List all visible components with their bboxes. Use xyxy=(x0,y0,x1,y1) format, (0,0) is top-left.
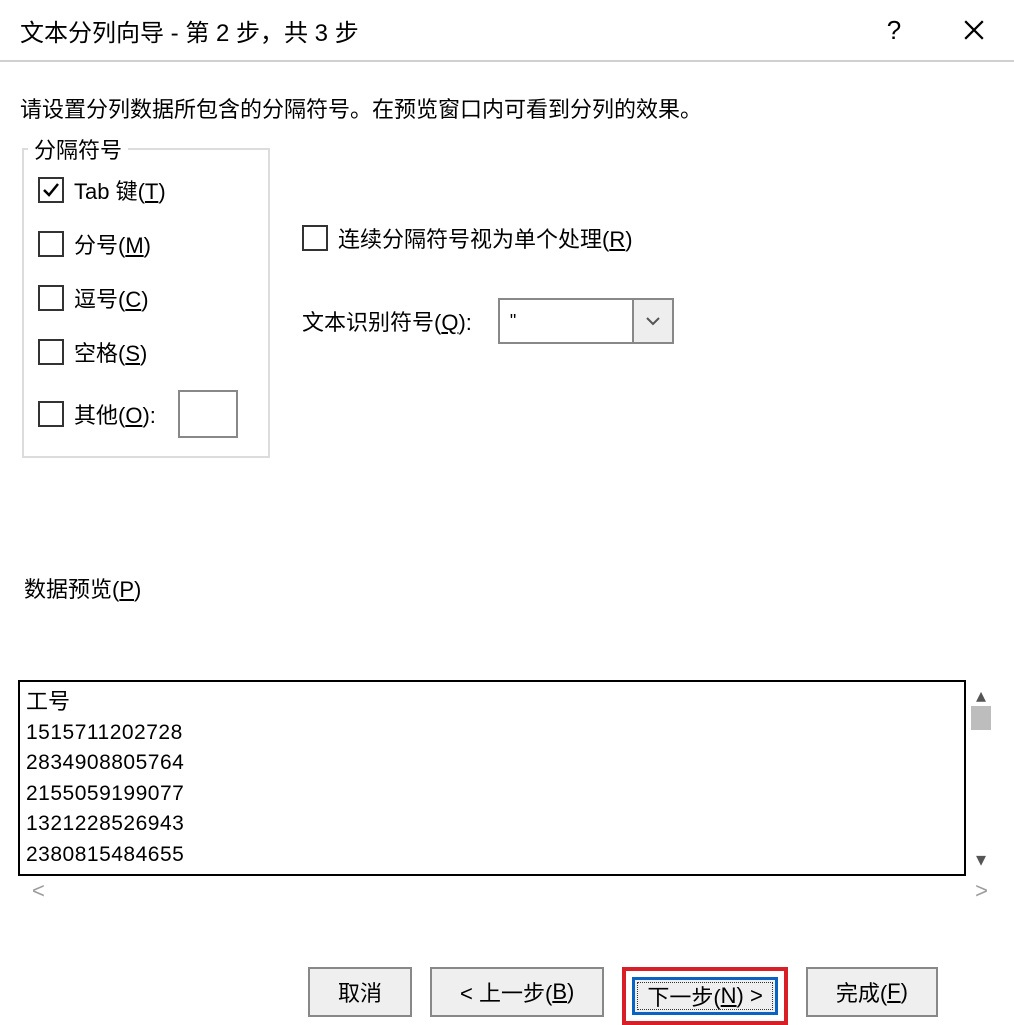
instruction-text: 请设置分列数据所包含的分隔符号。在预览窗口内可看到分列的效果。 xyxy=(20,92,996,124)
delimiters-legend: 分隔符号 xyxy=(28,133,128,165)
help-button[interactable]: ? xyxy=(854,0,934,61)
preview-header: 工号 xyxy=(26,686,958,718)
delimiters-group: 分隔符号 Tab 键(T) 分号(M) 逗号(C) 空格(S) xyxy=(22,148,270,458)
text-qualifier-value: " xyxy=(500,300,632,342)
scroll-left-icon: < xyxy=(32,880,45,902)
preview-row: 1321228526943 xyxy=(26,809,958,839)
finish-button[interactable]: 完成(F) xyxy=(806,967,938,1017)
checkbox-semicolon[interactable]: 分号(M) xyxy=(38,228,254,260)
chevron-down-icon xyxy=(645,316,661,326)
next-button-highlight: 下一步(N) > xyxy=(622,967,788,1025)
checkbox-icon xyxy=(302,225,328,251)
combo-dropdown-button[interactable] xyxy=(632,300,672,342)
button-bar: 取消 < 上一步(B) 下一步(N) > 完成(F) xyxy=(0,967,1014,999)
preview-row: 2834908805764 xyxy=(26,748,958,778)
other-delimiter-input[interactable] xyxy=(178,390,238,438)
checkbox-icon xyxy=(38,285,64,311)
scroll-right-icon: > xyxy=(975,880,988,902)
back-button[interactable]: < 上一步(B) xyxy=(430,967,604,1017)
next-button[interactable]: 下一步(N) > xyxy=(632,977,778,1015)
text-qualifier-combo[interactable]: " xyxy=(498,298,674,344)
close-icon xyxy=(963,19,985,41)
title-bar: 文本分列向导 - 第 2 步，共 3 步 ? xyxy=(0,0,1014,62)
checkbox-icon xyxy=(38,401,64,427)
checkbox-consecutive[interactable]: 连续分隔符号视为单个处理(R) xyxy=(302,222,674,254)
checkbox-icon xyxy=(38,339,64,365)
scroll-thumb[interactable] xyxy=(971,706,991,730)
preview-row: 2155059199077 xyxy=(26,779,958,809)
checkbox-tab[interactable]: Tab 键(T) xyxy=(38,174,254,206)
preview-box: 工号 1515711202728 2834908805764 215505919… xyxy=(18,680,966,876)
vertical-scrollbar[interactable]: ▴ ▾ xyxy=(966,680,996,876)
scroll-up-icon: ▴ xyxy=(976,686,986,706)
window-title: 文本分列向导 - 第 2 步，共 3 步 xyxy=(20,13,359,48)
close-button[interactable] xyxy=(934,0,1014,61)
checkbox-comma[interactable]: 逗号(C) xyxy=(38,282,254,314)
preview-row: 1515711202728 xyxy=(26,718,958,748)
cancel-button[interactable]: 取消 xyxy=(308,967,412,1017)
checkbox-icon xyxy=(38,177,64,203)
checkbox-space[interactable]: 空格(S) xyxy=(38,336,254,368)
scroll-down-icon: ▾ xyxy=(976,850,986,870)
checkbox-other[interactable]: 其他(O): xyxy=(38,390,254,438)
preview-area: 工号 1515711202728 2834908805764 215505919… xyxy=(18,680,996,906)
check-icon xyxy=(41,180,61,200)
preview-row: 2380815484655 xyxy=(26,840,958,870)
preview-label: 数据预览(P) xyxy=(24,572,996,604)
horizontal-scrollbar[interactable]: < > xyxy=(18,876,996,906)
checkbox-icon xyxy=(38,231,64,257)
text-qualifier-label: 文本识别符号(Q): xyxy=(302,305,472,337)
